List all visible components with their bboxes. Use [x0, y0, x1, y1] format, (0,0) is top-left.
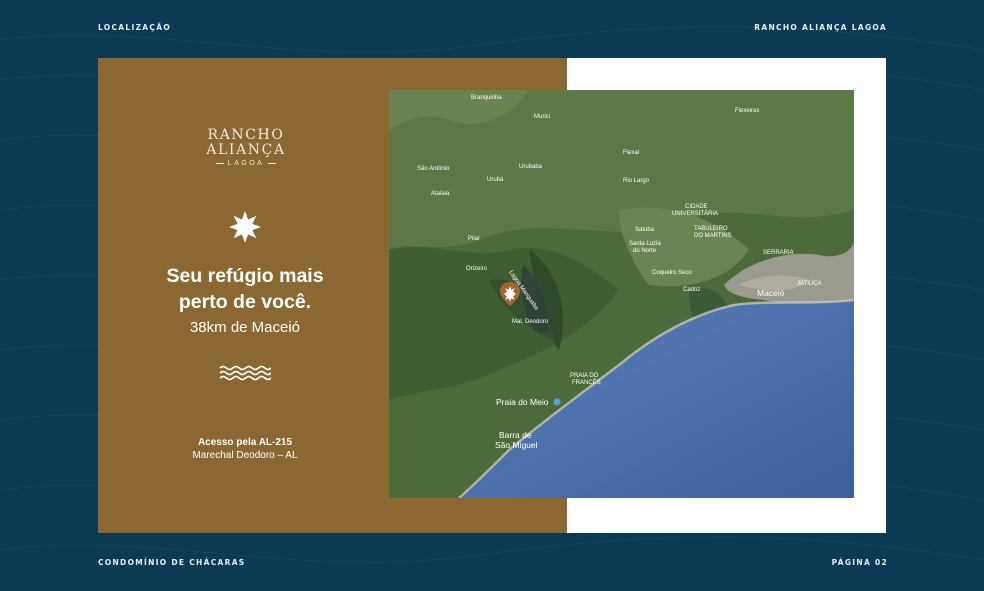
logo-line-3: LAGOA — [198, 160, 294, 167]
map-label-cidade-universitaria-1: CIDADE — [685, 204, 708, 210]
map-label-tabuleiro-2: DO MARTINS — [694, 233, 732, 239]
access-info: Acesso pela AL-215 Marechal Deodoro – AL — [138, 436, 352, 462]
page-number: PÁGINA 02 — [831, 558, 888, 567]
map-label-maceio: Maceió — [757, 288, 785, 298]
headline-line-1: Seu refúgio mais — [166, 265, 324, 287]
map-label-satuba: Satuba — [635, 227, 655, 233]
map-label-mal-deodoro: Mal. Deodoro — [512, 319, 549, 325]
water-waves-icon — [219, 365, 271, 381]
map-label-serraria: SERRARIA — [763, 250, 794, 256]
map-label-tabuleiro-1: TABULEIRO — [694, 226, 728, 232]
logo-line-2: ALIANÇA — [206, 142, 286, 158]
map-label-cadoz: Cadoz — [683, 287, 700, 293]
headline-line-2: perto de você. — [178, 291, 312, 313]
map-label-orizeiro: Orizeiro — [466, 266, 488, 272]
category-label: CONDOMÍNIO DE CHÁCARAS — [98, 558, 246, 567]
map-label-santa-luzia-1: Santa Luzia — [629, 241, 661, 247]
map-label-branquinha: Branquinha — [471, 95, 502, 101]
logo-line-1: RANCHO — [207, 127, 285, 143]
map-label-praia-frances-2: FRANCÊS — [572, 378, 601, 386]
star-icon — [229, 211, 261, 243]
map-label-flexal: Flexal — [623, 150, 639, 156]
map-label-atalaia: Atalaia — [431, 191, 450, 197]
satellite-map: Branquinha Murici Flexeiras São Antônio … — [389, 90, 854, 498]
map-label-barra-1: Barra de — [499, 430, 532, 440]
map-label-coqueiro-seco: Coqueiro Seco — [652, 270, 692, 276]
headline: Seu refúgio mais perto de você. — [138, 263, 352, 315]
map-label-uruba: Urubá — [487, 177, 504, 183]
map-label-santa-luzia-2: do Norte — [633, 248, 657, 254]
map-label-uruba-2: Urubaba — [519, 164, 543, 170]
map-label-praia-do-meio: Praia do Meio — [496, 397, 549, 407]
distance-text: 38km de Maceió — [189, 319, 301, 336]
map-label-sao-antonio: São Antônio — [417, 166, 450, 172]
map-label-jatiuca: JATIÚCA — [797, 280, 822, 287]
map-label-praia-frances-1: PRAIA DO — [570, 373, 599, 379]
brand-label: RANCHO ALIANÇA LAGOA — [754, 23, 887, 32]
map-label-barra-2: São Miguel — [495, 440, 538, 450]
map-label-cidade-universitaria-2: UNIVERSITÁRIA — [672, 210, 718, 217]
map-label-rio-largo: Rio Largo — [623, 178, 650, 184]
map-label-pilar: Pilar — [468, 236, 480, 242]
section-label: LOCALIZAÇÃO — [98, 23, 171, 32]
map-label-murici: Murici — [534, 114, 550, 120]
access-city: Marechal Deodoro – AL — [192, 450, 298, 461]
map-label-flexeiras: Flexeiras — [735, 108, 759, 114]
brand-logo: RANCHO ALIANÇA LAGOA — [198, 127, 294, 168]
location-card: RANCHO ALIANÇA LAGOA Seu refúgio mais pe… — [98, 58, 886, 533]
access-road: Acesso pela AL-215 — [197, 437, 293, 448]
